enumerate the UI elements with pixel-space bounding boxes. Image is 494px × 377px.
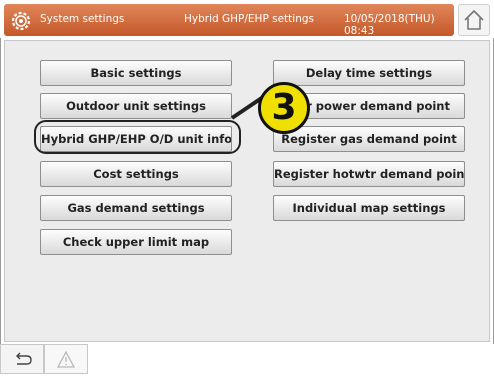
back-button[interactable] — [0, 344, 44, 374]
header-bar: System settings Hybrid GHP/EHP settings … — [4, 4, 454, 37]
datetime: 10/05/2018(THU) 08:43 — [344, 13, 435, 37]
header: System settings Hybrid GHP/EHP settings … — [0, 0, 494, 38]
home-button[interactable] — [458, 4, 490, 36]
register-gas-demand-point-button[interactable]: Register gas demand point — [273, 126, 465, 152]
step-number-badge: 3 — [258, 82, 310, 134]
delay-time-settings-button[interactable]: Delay time settings — [273, 60, 465, 86]
warning-button[interactable] — [44, 344, 88, 374]
outdoor-unit-settings-button[interactable]: Outdoor unit settings — [40, 93, 232, 119]
gas-demand-settings-button[interactable]: Gas demand settings — [40, 195, 232, 221]
basic-settings-button[interactable]: Basic settings — [40, 60, 232, 86]
cost-settings-button[interactable]: Cost settings — [40, 161, 232, 187]
register-hotwtr-demand-point-button[interactable]: Register hotwtr demand point — [273, 161, 465, 187]
back-icon — [16, 352, 32, 365]
check-upper-limit-map-button[interactable]: Check upper limit map — [40, 229, 232, 255]
gear-icon[interactable] — [10, 10, 32, 32]
page-title: System settings — [40, 13, 125, 25]
footer — [0, 344, 494, 374]
warning-icon — [56, 350, 76, 368]
highlight-outline — [34, 120, 241, 154]
page-subtitle: Hybrid GHP/EHP settings — [184, 13, 314, 25]
home-icon — [464, 10, 484, 30]
individual-map-settings-button[interactable]: Individual map settings — [273, 195, 465, 221]
